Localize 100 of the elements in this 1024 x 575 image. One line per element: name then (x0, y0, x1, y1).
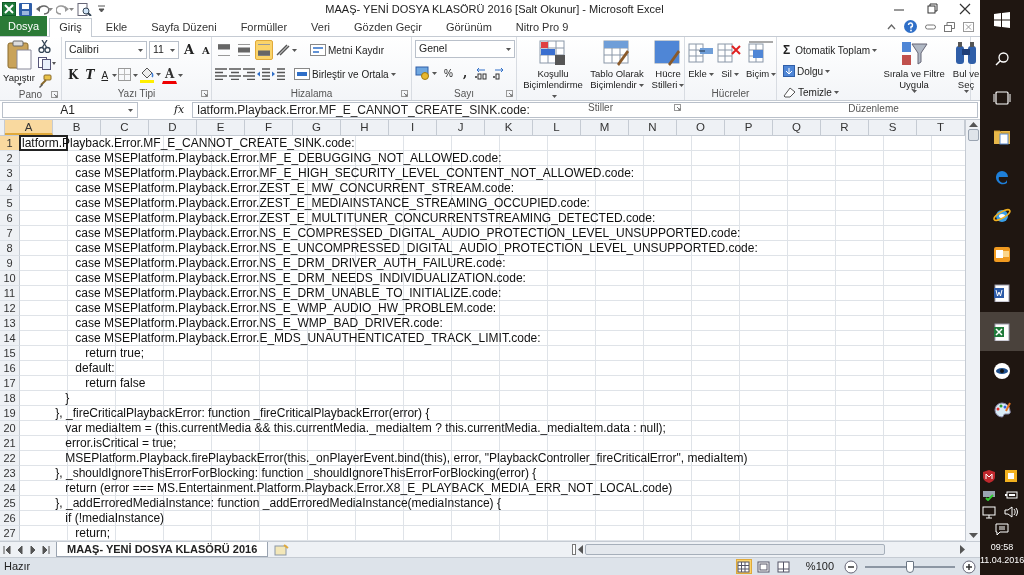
ribbon-tab[interactable]: Ekle (95, 18, 138, 36)
dialog-launcher-icon[interactable] (401, 90, 408, 97)
zoom-thumb[interactable] (906, 560, 914, 573)
palette-icon[interactable] (993, 400, 1011, 419)
column-header[interactable]: E (197, 120, 245, 135)
scroll-up-icon[interactable] (968, 122, 978, 127)
find-select-button[interactable]: Bul ve Seç (948, 40, 985, 102)
conditional-formatting-button[interactable]: Koşullu Biçimlendirme (520, 40, 586, 101)
first-sheet-icon[interactable] (3, 545, 11, 554)
row-header[interactable]: 1 (0, 136, 20, 151)
percent-button[interactable]: % (441, 63, 456, 83)
orientation-icon[interactable] (275, 43, 297, 57)
row-header[interactable]: 20 (0, 421, 20, 436)
help-icon[interactable] (904, 20, 917, 33)
insert-cells-button[interactable]: Ekle (688, 40, 714, 87)
merge-center-button[interactable]: Birleştir ve Ortala (291, 64, 399, 84)
fill-color-icon[interactable] (139, 67, 162, 83)
scroll-left-icon[interactable] (578, 545, 583, 554)
column-header[interactable]: H (341, 120, 389, 135)
accounting-format-icon[interactable] (415, 66, 437, 80)
customize-toolbar-icon[interactable] (98, 5, 105, 13)
dialog-launcher-icon[interactable] (674, 104, 681, 111)
row-header[interactable]: 4 (0, 181, 20, 196)
copy-icon[interactable] (38, 57, 57, 70)
shield-icon[interactable] (982, 469, 996, 483)
delete-cells-button[interactable]: Sil (717, 40, 743, 87)
insert-function-button[interactable]: fx (174, 101, 185, 119)
italic-button[interactable]: T (82, 65, 98, 85)
row-header[interactable]: 6 (0, 211, 20, 226)
row-header[interactable]: 18 (0, 391, 20, 406)
column-header[interactable]: I (389, 120, 437, 135)
font-size-field[interactable]: 11 (149, 41, 179, 59)
row-header[interactable]: 27 (0, 526, 20, 541)
collapse-ribbon-icon[interactable] (887, 23, 896, 30)
ribbon-tab[interactable]: Nitro Pro 9 (505, 18, 579, 36)
grow-font-button[interactable]: A (181, 40, 198, 60)
excel-icon[interactable] (2, 2, 16, 16)
search-icon[interactable] (995, 51, 1009, 66)
increase-indent-icon[interactable] (272, 68, 285, 80)
cell-styles-button[interactable]: Hücre Stilleri (648, 40, 688, 101)
number-format-field[interactable]: Genel (415, 40, 515, 58)
row-header[interactable]: 8 (0, 241, 20, 256)
split-handle-icon[interactable] (572, 544, 576, 555)
column-header[interactable]: R (821, 120, 869, 135)
folder-icon[interactable] (993, 127, 1011, 146)
column-header[interactable]: L (533, 120, 581, 135)
scroll-thumb[interactable] (967, 129, 979, 141)
file-tab[interactable]: Dosya (0, 16, 48, 36)
zoom-out-icon[interactable] (844, 559, 858, 574)
column-header[interactable]: P (725, 120, 773, 135)
row-header[interactable]: 2 (0, 151, 20, 166)
wrap-text-button[interactable]: Metni Kaydır (307, 40, 388, 60)
row-header[interactable]: 21 (0, 436, 20, 451)
align-right-icon[interactable] (243, 68, 255, 80)
zoom-level[interactable]: %100 (805, 558, 834, 575)
undo-icon[interactable] (35, 3, 53, 15)
dialog-launcher-icon[interactable] (201, 90, 208, 97)
column-header[interactable]: M (581, 120, 629, 135)
column-header[interactable]: K (485, 120, 533, 135)
row-header[interactable]: 26 (0, 511, 20, 526)
format-as-table-button[interactable]: Tablo Olarak Biçimlendir (587, 40, 647, 101)
windows-start-icon[interactable] (994, 11, 1010, 28)
network-icon[interactable] (982, 505, 996, 519)
task-view-icon[interactable] (993, 90, 1011, 105)
name-box[interactable]: A1 (2, 102, 138, 118)
page-break-view-button[interactable] (775, 559, 792, 574)
scroll-thumb[interactable] (585, 544, 885, 555)
eye-icon[interactable] (993, 361, 1011, 380)
zoom-in-icon[interactable] (962, 559, 976, 574)
word-icon[interactable] (993, 283, 1011, 302)
column-header[interactable]: O (677, 120, 725, 135)
paste-button[interactable]: Yapıştır (3, 40, 36, 88)
format-cells-button[interactable]: Biçim (746, 40, 777, 87)
row-header[interactable]: 7 (0, 226, 20, 241)
dialog-launcher-icon[interactable] (51, 91, 58, 98)
column-header[interactable]: S (869, 120, 917, 135)
column-header[interactable]: D (149, 120, 197, 135)
row-header[interactable]: 17 (0, 376, 20, 391)
column-header[interactable]: N (629, 120, 677, 135)
column-header[interactable]: B (53, 120, 101, 135)
row-header[interactable]: 12 (0, 301, 20, 316)
sheet-tab[interactable]: MAAŞ- YENİ DOSYA KLASÖRÜ 2016 (56, 542, 269, 557)
row-header[interactable]: 14 (0, 331, 20, 346)
row-header[interactable]: 19 (0, 406, 20, 421)
prev-sheet-icon[interactable] (16, 545, 24, 554)
notifications-icon[interactable] (995, 523, 1009, 535)
scroll-down-icon[interactable] (968, 533, 978, 538)
ribbon-tab[interactable]: Veri (301, 18, 341, 36)
sort-filter-button[interactable]: Sırala ve Filtre Uygula (883, 40, 946, 102)
column-header[interactable]: A (5, 120, 53, 135)
cut-icon[interactable] (38, 40, 52, 53)
align-left-icon[interactable] (215, 68, 227, 80)
row-header[interactable]: 16 (0, 361, 20, 376)
last-sheet-icon[interactable] (42, 545, 50, 554)
font-color-button[interactable]: A (162, 66, 178, 84)
ribbon-tab[interactable]: Gözden Geçir (344, 18, 432, 36)
increase-decimal-icon[interactable] (474, 66, 489, 80)
dialog-launcher-icon[interactable] (506, 90, 513, 97)
save-icon[interactable] (19, 2, 32, 16)
office-icon[interactable] (1004, 469, 1018, 483)
